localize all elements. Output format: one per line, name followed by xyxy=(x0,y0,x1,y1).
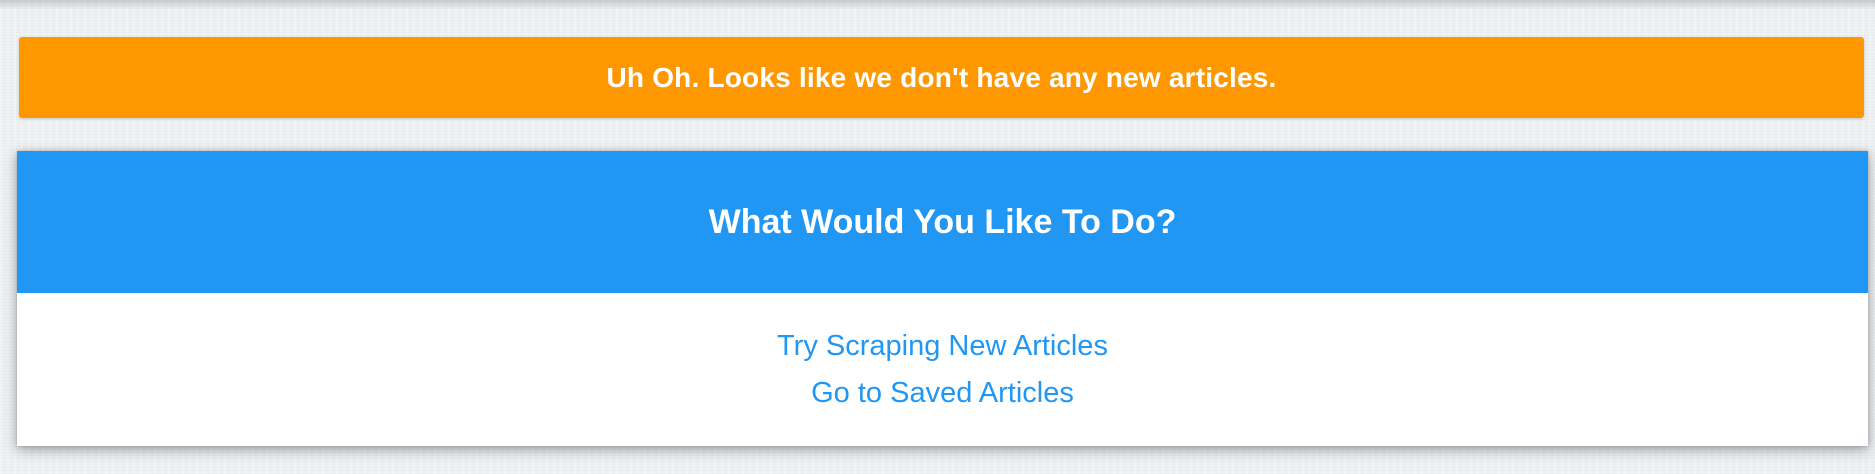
alert-message: Uh Oh. Looks like we don't have any new … xyxy=(606,61,1277,93)
page-top-edge xyxy=(0,0,1875,10)
panel-header: What Would You Like To Do? xyxy=(17,151,1868,293)
saved-articles-link[interactable]: Go to Saved Articles xyxy=(811,377,1074,410)
panel-title: What Would You Like To Do? xyxy=(708,202,1177,241)
scrape-articles-link[interactable]: Try Scraping New Articles xyxy=(777,330,1108,363)
actions-panel: What Would You Like To Do? Try Scraping … xyxy=(17,151,1868,446)
no-articles-alert: Uh Oh. Looks like we don't have any new … xyxy=(19,37,1864,118)
panel-body: Try Scraping New Articles Go to Saved Ar… xyxy=(17,293,1868,446)
